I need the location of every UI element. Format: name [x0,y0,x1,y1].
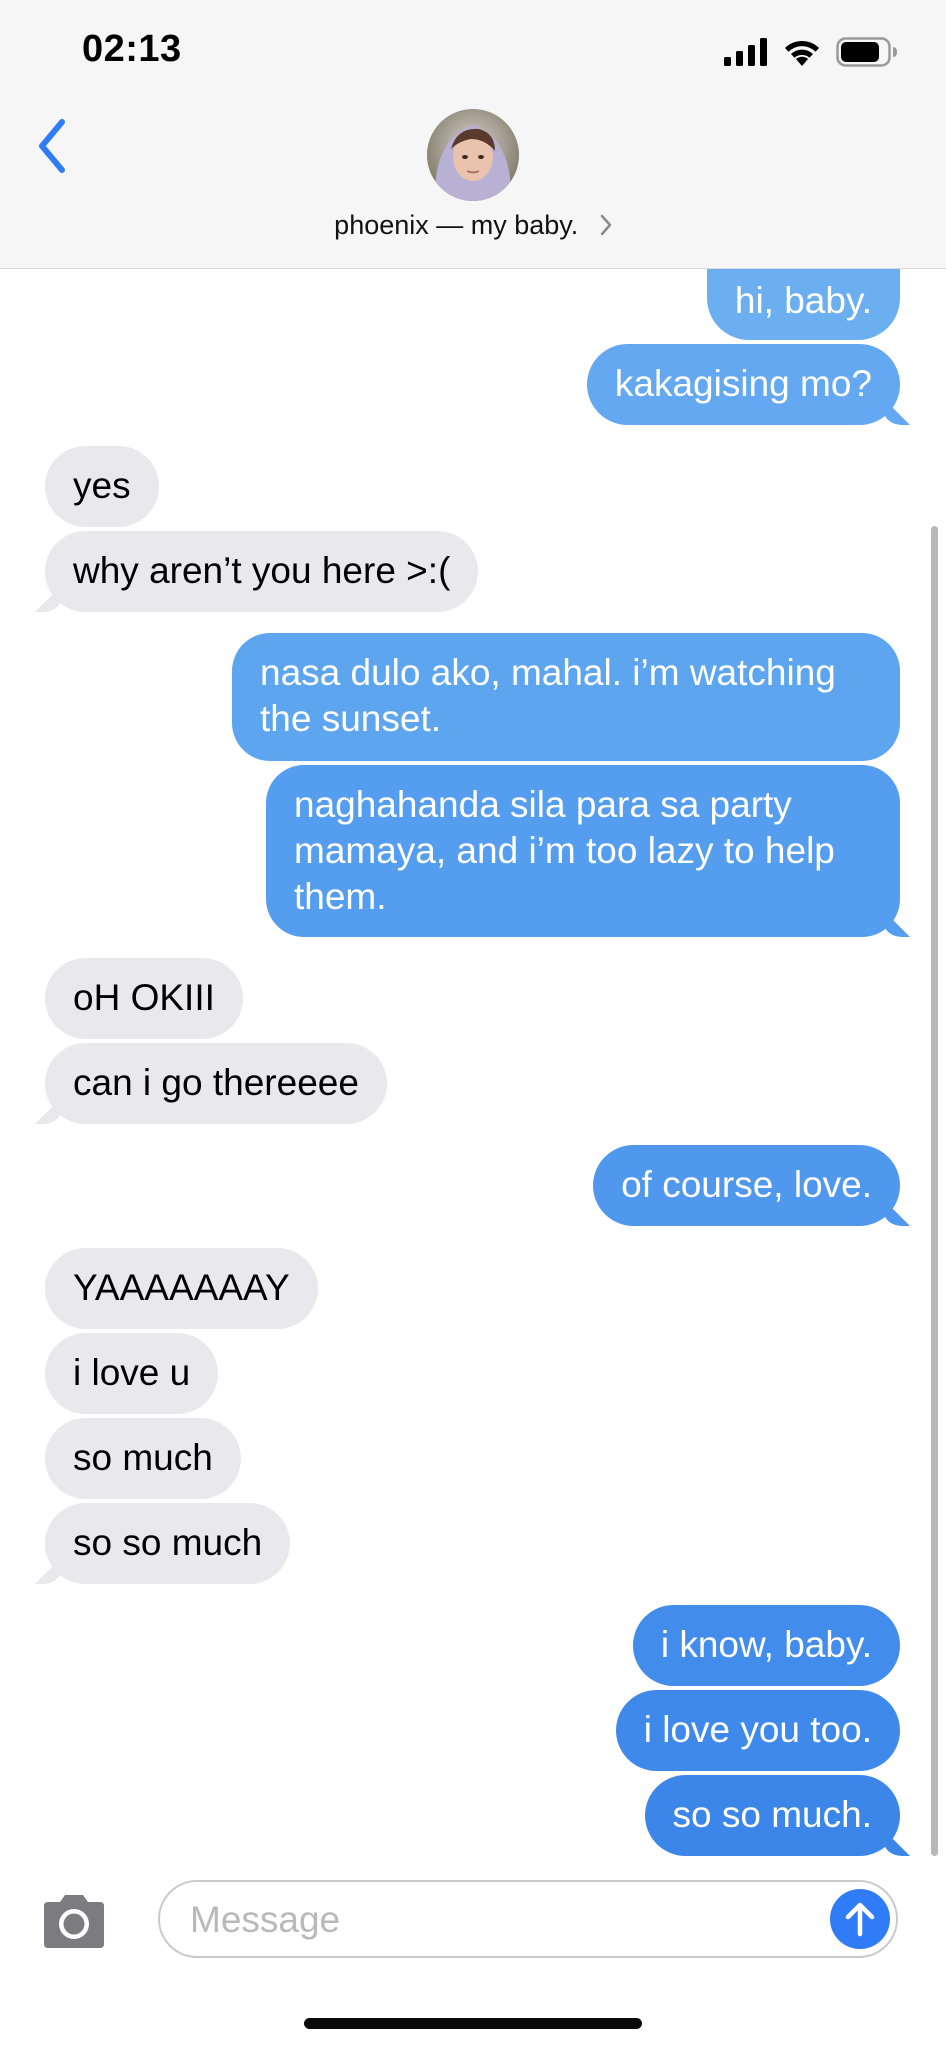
message-bubble-received[interactable]: i love u [45,1333,219,1414]
message-bubble-sent[interactable]: kakagising mo? [586,344,900,425]
message-bubble-sent[interactable]: of course, love. [593,1145,900,1226]
message-bubble-received[interactable]: so so much [45,1503,291,1584]
message-bubble-sent[interactable]: naghahanda sila para sa party mamaya, an… [266,765,900,937]
message-bubble-received[interactable]: so much [45,1418,241,1499]
message-bubble-sent[interactable]: nasa dulo ako, mahal. i’m watching the s… [232,633,900,761]
avatar-photo [427,109,519,201]
arrow-up-icon [845,1902,875,1937]
status-time: 02:13 [82,28,182,70]
message-bubble-sent[interactable]: so so much. [644,1775,900,1856]
contact-name-button[interactable]: phoenix — my baby. [0,210,946,241]
cellular-signal-icon [724,38,767,66]
message-bubble-sent[interactable]: hi, baby. [706,258,900,340]
status-icons [724,34,898,70]
battery-icon [836,37,897,67]
message-field[interactable] [158,1880,898,1958]
wifi-icon [785,40,819,66]
message-bubble-received[interactable]: YAAAAAAAY [45,1248,318,1329]
message-bubble-sent[interactable]: i love you too. [615,1690,900,1771]
chevron-left-icon[interactable] [30,112,74,180]
message-bubble-received[interactable]: oH OKIII [45,958,243,1039]
conversation-header: 02:13 phoenix — my baby. [0,0,946,269]
home-indicator[interactable] [304,2018,642,2029]
camera-icon[interactable] [38,1892,110,1950]
message-input[interactable] [188,1882,792,1958]
scrollbar[interactable] [931,526,938,1856]
message-bubble-received[interactable]: can i go thereeee [45,1043,387,1124]
contact-name: phoenix — my baby. [334,210,579,240]
chevron-right-icon [600,214,612,236]
message-bubble-sent[interactable]: i know, baby. [632,1605,900,1686]
message-bubble-received[interactable]: yes [45,446,159,527]
send-button[interactable] [830,1889,890,1949]
message-bubble-received[interactable]: why aren’t you here >:( [45,531,479,612]
contact-avatar[interactable] [427,109,519,201]
message-thread[interactable]: hi, baby. kakagising mo? yes why aren’t … [0,0,946,1860]
